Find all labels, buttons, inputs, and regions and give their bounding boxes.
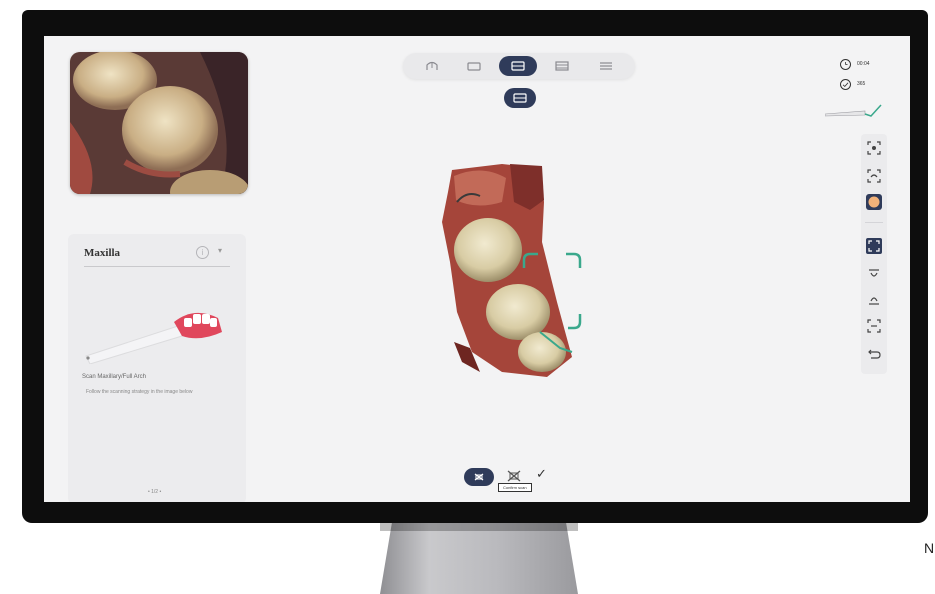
fit-view-icon (867, 141, 881, 155)
panel-title: Maxilla (84, 247, 121, 259)
scan-action-bar: ✓ Confirm scan (462, 466, 562, 494)
reset-view-icon (867, 169, 881, 183)
bite-icon (555, 61, 569, 71)
focus-view-icon (866, 238, 882, 254)
scanner-status-icon (825, 104, 882, 117)
monitor-stand (380, 523, 578, 594)
stand-shadow (380, 523, 578, 531)
rotate-up-button[interactable] (866, 266, 882, 282)
section-view-icon (867, 319, 881, 333)
rotate-down-icon (869, 297, 879, 305)
full-arch-icon (426, 61, 438, 70)
rotate-down-button[interactable] (866, 292, 882, 308)
rotate-up-icon (869, 269, 879, 277)
count-row: 365 (840, 76, 900, 92)
scan-guide-panel: Maxilla i ▾ Scan Maxillary/Full Arch Fol… (68, 234, 246, 502)
info-icon[interactable]: i (196, 246, 209, 259)
full-arch-button[interactable] (413, 56, 451, 76)
scanner-strategy-illustration (85, 312, 222, 364)
chevron-down-icon[interactable]: ▾ (218, 246, 222, 255)
scan-icon (474, 473, 484, 481)
upper-jaw-sub-button[interactable] (504, 88, 536, 108)
count-value: 365 (857, 81, 866, 87)
reset-view-button[interactable] (866, 168, 882, 184)
trim-icon[interactable] (506, 469, 522, 483)
confirm-check-icon[interactable]: ✓ (536, 466, 547, 482)
fit-view-button[interactable] (866, 140, 882, 156)
jaw-button[interactable] (455, 56, 493, 76)
bite-button[interactable] (543, 56, 581, 76)
action-tooltip: Confirm scan (498, 483, 532, 492)
3d-dental-scan[interactable] (432, 162, 582, 382)
intraoral-camera-preview (70, 52, 248, 194)
camera-image (70, 52, 248, 194)
scan-toggle-button[interactable] (464, 468, 494, 486)
scan-mode-button[interactable] (499, 56, 537, 76)
scan-status: 00:04 365 (840, 56, 900, 96)
app-screen: Maxilla i ▾ Scan Maxillary/Full Arch Fol… (44, 36, 910, 502)
edge-text-fragment: N (924, 540, 935, 556)
scan-note: Follow the scanning strategy in the imag… (86, 389, 193, 395)
upper-jaw-icon (513, 93, 527, 103)
view-toolbar (861, 134, 887, 374)
page-indicator[interactable]: • 1/2 • (148, 489, 161, 495)
timer-value: 00:04 (857, 61, 870, 67)
list-button[interactable] (587, 56, 625, 76)
list-icon (600, 62, 612, 70)
panel-divider (84, 266, 230, 267)
texture-button[interactable] (866, 194, 882, 210)
section-view-button[interactable] (866, 318, 882, 334)
toolbar-divider (865, 222, 883, 223)
undo-icon (868, 349, 881, 359)
timer-row: 00:04 (840, 56, 900, 72)
jaw-icon (467, 62, 481, 71)
clock-icon (840, 58, 851, 70)
texture-icon (866, 194, 882, 210)
scan-instruction: Scan Maxillary/Full Arch (82, 374, 147, 380)
scan-mode-icon (511, 61, 525, 71)
scan-mode-toolbar (403, 53, 635, 79)
undo-button[interactable] (866, 346, 882, 362)
check-circle-icon (840, 78, 851, 90)
focus-view-button[interactable] (866, 238, 882, 254)
